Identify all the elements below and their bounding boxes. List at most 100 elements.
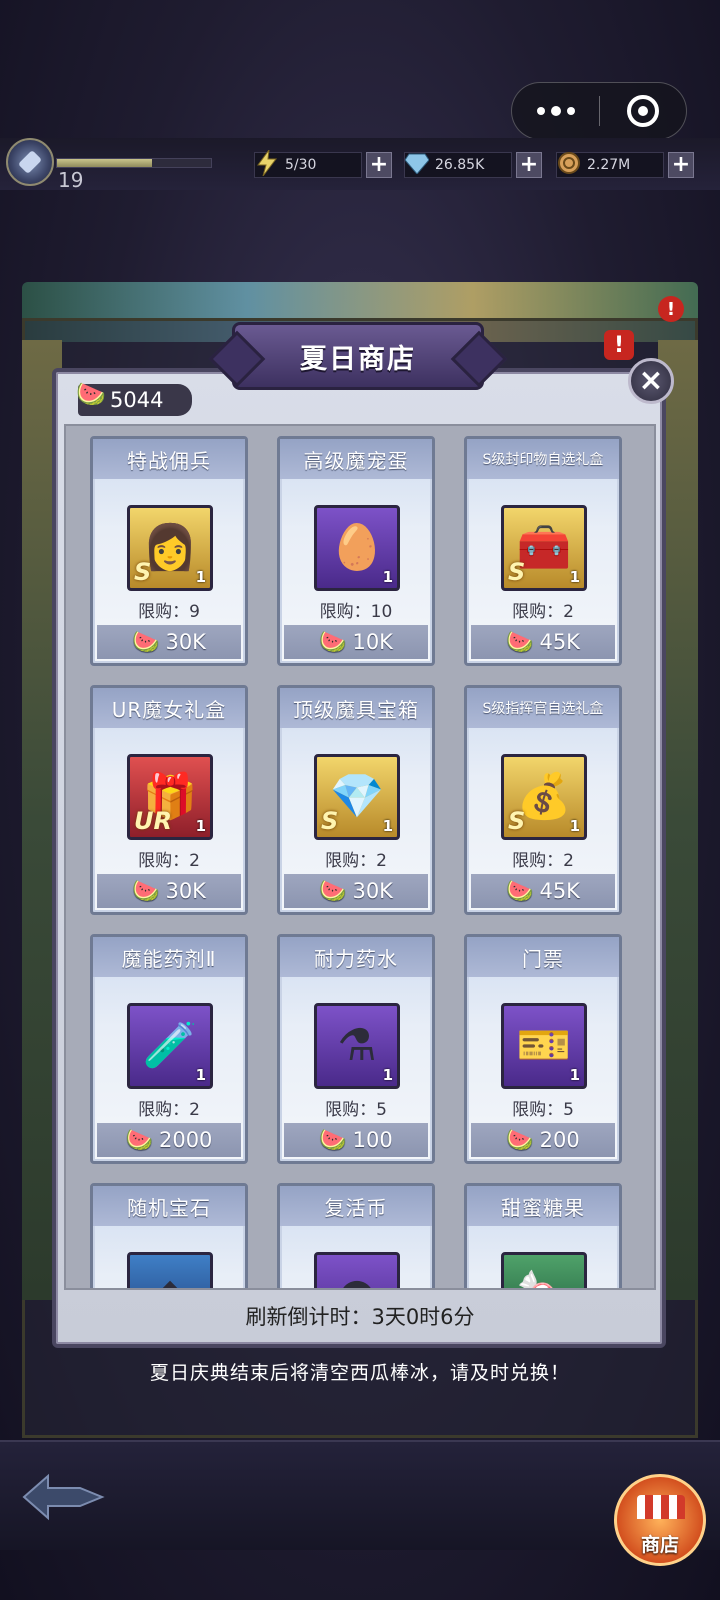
item-name: 门票 bbox=[467, 937, 619, 977]
watermelon-popsicle-icon: 🍉 bbox=[132, 878, 160, 904]
xp-bar-fill bbox=[57, 159, 153, 167]
target-icon bbox=[626, 95, 659, 127]
close-button[interactable]: × bbox=[628, 358, 674, 404]
item-name: S级封印物自选礼盒 bbox=[467, 439, 619, 479]
purchase-limit: 限购：2 bbox=[512, 851, 574, 871]
price-value: 30K bbox=[165, 879, 206, 903]
watermelon-popsicle-icon: 🍉 bbox=[506, 878, 534, 904]
item-quantity: 1 bbox=[382, 568, 393, 586]
watermelon-popsicle-icon: 🍉 bbox=[319, 1127, 347, 1153]
item-quantity: 1 bbox=[195, 817, 206, 835]
price-button[interactable]: 🍉 100 bbox=[284, 1123, 428, 1157]
coin-icon bbox=[554, 148, 584, 178]
shop-item-card[interactable]: 复活币 ● bbox=[277, 1183, 435, 1288]
shop-item-card[interactable]: 特战佣兵 👩 S 1 限购：9 🍉 30K bbox=[90, 436, 248, 666]
item-name: 随机宝石 bbox=[93, 1186, 245, 1226]
item-name: 顶级魔具宝箱 bbox=[280, 688, 432, 728]
item-name: S级指挥官自选礼盒 bbox=[467, 688, 619, 728]
back-button[interactable] bbox=[18, 1468, 108, 1526]
level-emblem-icon[interactable] bbox=[6, 138, 54, 186]
purchase-limit: 限购：10 bbox=[319, 602, 393, 622]
shop-item-card[interactable]: 随机宝石 ◆ bbox=[90, 1183, 248, 1289]
dot-icon bbox=[550, 106, 561, 116]
item-thumbnail: ⚗ 1 bbox=[314, 1003, 400, 1089]
grade-badge: S bbox=[508, 807, 526, 835]
purchase-limit: 限购：2 bbox=[512, 602, 574, 622]
watermelon-popsicle-icon: 🍉 bbox=[506, 629, 534, 655]
event-notice: 夏日庆典结束后将清空西瓜棒冰，请及时兑换！ bbox=[149, 1362, 570, 1384]
shop-item-card[interactable]: S级指挥官自选礼盒 💰 S 1 限购：2 🍉 45K bbox=[464, 685, 622, 915]
diamond-resource: 26.85K + bbox=[404, 150, 542, 180]
purchase-limit: 限购：9 bbox=[138, 602, 200, 622]
shop-title: 夏日商店 bbox=[232, 322, 484, 390]
shop-item-card[interactable]: 耐力药水 ⚗ 1 限购：5 🍉 100 bbox=[277, 934, 435, 1164]
price-button[interactable]: 🍉 10K bbox=[284, 625, 428, 659]
shop-item-card[interactable]: 甜蜜糖果 🍬 bbox=[464, 1183, 622, 1289]
blue-potion-icon: ⚗ bbox=[337, 1020, 377, 1071]
shop-button[interactable]: 商店 bbox=[614, 1474, 706, 1566]
price-value: 45K bbox=[539, 630, 580, 654]
item-thumbnail: ◆ bbox=[127, 1252, 213, 1289]
item-name: 甜蜜糖果 bbox=[467, 1186, 619, 1226]
purchase-limit: 限购：2 bbox=[138, 1100, 200, 1120]
item-thumbnail: ● bbox=[314, 1252, 400, 1288]
purchase-limit: 限购：2 bbox=[138, 851, 200, 871]
price-button[interactable]: 🍉 45K bbox=[471, 874, 615, 908]
shop-item-card[interactable]: UR魔女礼盒 🎁 UR 1 限购：2 🍉 30K bbox=[90, 685, 248, 915]
item-name: 特战佣兵 bbox=[93, 439, 245, 479]
shop-item-grid[interactable]: 特战佣兵 👩 S 1 限购：9 🍉 30K 高级魔宠蛋 🥚 1 限购：10 🍉 10K S级封印物自选礼盒… bbox=[64, 424, 656, 1290]
price-value: 200 bbox=[539, 1128, 580, 1152]
watermelon-popsicle-icon: 🍉 bbox=[76, 380, 106, 408]
item-name: 耐力药水 bbox=[280, 937, 432, 977]
grade-badge: S bbox=[508, 558, 526, 586]
price-button[interactable]: 🍉 30K bbox=[97, 874, 241, 908]
price-button[interactable]: 🍉 30K bbox=[97, 625, 241, 659]
price-button[interactable]: 🍉 200 bbox=[471, 1123, 615, 1157]
shop-button-label: 商店 bbox=[640, 1534, 679, 1556]
grade-badge: UR bbox=[134, 807, 172, 835]
close-miniapp-button[interactable] bbox=[600, 82, 686, 140]
more-menu-button[interactable] bbox=[512, 82, 599, 140]
item-quantity: 1 bbox=[195, 1066, 206, 1084]
item-thumbnail: 🍬 bbox=[501, 1252, 587, 1289]
dot-icon bbox=[536, 107, 545, 115]
price-value: 100 bbox=[352, 1128, 393, 1152]
player-level: 19 bbox=[58, 168, 84, 192]
add-energy-button[interactable]: + bbox=[366, 152, 392, 178]
shop-item-card[interactable]: 门票 🎫 1 限购：5 🍉 200 bbox=[464, 934, 622, 1164]
candy-icon: 🍬 bbox=[517, 1273, 572, 1289]
price-button[interactable]: 🍉 30K bbox=[284, 874, 428, 908]
item-thumbnail: 🎁 UR 1 bbox=[127, 754, 213, 840]
shop-item-card[interactable]: S级封印物自选礼盒 🧰 S 1 限购：2 🍉 45K bbox=[464, 436, 622, 666]
shop-item-card[interactable]: 顶级魔具宝箱 💎 S 1 限购：2 🍉 30K bbox=[277, 685, 435, 915]
item-thumbnail: 🥚 1 bbox=[314, 505, 400, 591]
dot-icon bbox=[566, 107, 575, 115]
purchase-limit: 限购：5 bbox=[512, 1100, 574, 1120]
watermelon-currency: 🍉 5044 bbox=[76, 380, 192, 416]
add-diamond-button[interactable]: + bbox=[516, 152, 542, 178]
shop-item-card[interactable]: 魔能药剂Ⅱ 🧪 1 限购：2 🍉 2000 bbox=[90, 934, 248, 1164]
shop-item-card[interactable]: 高级魔宠蛋 🥚 1 限购：10 🍉 10K bbox=[277, 436, 435, 666]
alert-badge-icon: ! bbox=[604, 330, 634, 360]
coin-resource: 2.27M + bbox=[556, 150, 694, 180]
item-quantity: 1 bbox=[382, 817, 393, 835]
energy-resource: 5/30 + bbox=[254, 150, 392, 180]
item-name: 高级魔宠蛋 bbox=[280, 439, 432, 479]
xp-bar bbox=[56, 158, 212, 168]
item-quantity: 1 bbox=[569, 817, 580, 835]
diamond-icon bbox=[402, 148, 432, 178]
item-thumbnail: 🧪 1 bbox=[127, 1003, 213, 1089]
item-quantity: 1 bbox=[569, 1066, 580, 1084]
grade-badge: S bbox=[134, 558, 152, 586]
price-value: 10K bbox=[352, 630, 393, 654]
ticket-icon: 🎫 bbox=[516, 1020, 572, 1071]
red-potion-icon: 🧪 bbox=[142, 1020, 198, 1071]
price-value: 45K bbox=[539, 879, 580, 903]
item-quantity: 1 bbox=[382, 1066, 393, 1084]
bottom-bar bbox=[0, 1440, 720, 1550]
price-button[interactable]: 🍉 45K bbox=[471, 625, 615, 659]
gem-icon: ◆ bbox=[153, 1273, 187, 1289]
price-button[interactable]: 🍉 2000 bbox=[97, 1123, 241, 1157]
add-coin-button[interactable]: + bbox=[668, 152, 694, 178]
item-name: 复活币 bbox=[280, 1186, 432, 1226]
